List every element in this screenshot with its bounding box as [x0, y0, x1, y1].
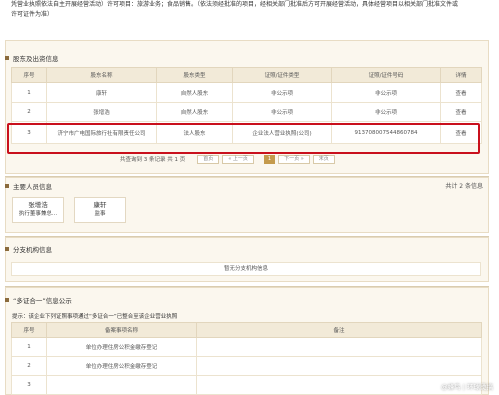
- col-header-note: 备注: [196, 322, 482, 338]
- cell-item-name: 单位办理住房公积金缴存登记: [46, 356, 197, 376]
- multi-cert-section-title: “多证合一”信息公示: [5, 295, 72, 305]
- key-persons-section-title: 主要人员信息: [5, 181, 52, 191]
- pagination: 共查询到 3 条记录 共 1 页 首页 « 上一页 1 下一页 » 末页: [120, 154, 335, 164]
- key-persons-title-text: 主要人员信息: [13, 183, 52, 191]
- cell-id-no: 非公示项: [331, 102, 441, 122]
- table-row: 1 康轩 自然人股东 非公示项 非公示项 查看: [11, 82, 482, 103]
- table-row: 2 单位办理住房公积金缴存登记: [11, 356, 482, 376]
- business-scope-text: 凭营业执照依法自主开展经营活动）许可项目：旅游业务；食品销售。（依法须经批准的项…: [11, 0, 480, 20]
- col-header-id-type: 证照/证件类型: [232, 67, 332, 83]
- current-page-button[interactable]: 1: [263, 154, 276, 164]
- highlight-annotation-box: [7, 123, 480, 154]
- col-header-detail: 详情: [440, 67, 482, 83]
- view-detail-link[interactable]: 查看: [440, 102, 482, 122]
- branches-section-title: 分支机构信息: [5, 244, 52, 254]
- person-card[interactable]: 康轩 监事: [74, 197, 126, 223]
- shareholders-section-title: 股东及出资信息: [5, 53, 59, 63]
- branches-title-text: 分支机构信息: [13, 246, 52, 254]
- cell-item-name: [46, 375, 197, 395]
- cell-type: 自然人股东: [156, 82, 233, 103]
- table-header-row: 序号 备案事项名称 备注: [11, 322, 482, 338]
- business-scope-line-2: 许可证件为准）: [11, 11, 54, 18]
- cell-id-type: 非公示项: [232, 82, 332, 103]
- business-scope-line-1: 凭营业执照依法自主开展经营活动）许可项目：旅游业务；食品销售。（依法须经批准的项…: [11, 1, 459, 8]
- table-row: 1 单位办理住房公积金缴存登记: [11, 337, 482, 357]
- cell-index: 2: [11, 356, 47, 376]
- col-header-type: 股东类型: [156, 67, 233, 83]
- cell-item-name: 单位办理住房公积金缴存登记: [46, 337, 197, 357]
- table-row: 2 张增浩 自然人股东 非公示项 非公示项 查看: [11, 102, 482, 122]
- multi-cert-table: 序号 备案事项名称 备注 1 单位办理住房公积金缴存登记 2 单位办理住房公积金…: [11, 322, 482, 395]
- last-page-button[interactable]: 末页: [312, 154, 335, 164]
- table-row: 3: [11, 375, 482, 395]
- cell-note: [196, 375, 482, 395]
- watermark-text: @蜂鸟 | 环球烫搞: [441, 383, 493, 391]
- multi-cert-hint: 提示：该企业下列证照事项通过“多证合一”已整合至该企业营业执照: [12, 314, 178, 320]
- shareholders-title-text: 股东及出资信息: [13, 55, 59, 63]
- col-header-index: 序号: [11, 67, 47, 83]
- first-page-button[interactable]: 首页: [197, 154, 220, 164]
- prev-page-button[interactable]: « 上一页: [222, 154, 254, 164]
- next-page-button[interactable]: 下一页 »: [278, 154, 310, 164]
- cell-index: 3: [11, 375, 47, 395]
- col-header-name: 股东名称: [46, 67, 157, 83]
- cell-type: 自然人股东: [156, 102, 233, 122]
- cell-note: [196, 337, 482, 357]
- person-name: 张增浩: [28, 201, 48, 209]
- cell-index: 1: [11, 82, 47, 103]
- table-header-row: 序号 股东名称 股东类型 证照/证件类型 证照/证件号码 详情: [11, 67, 482, 83]
- person-role: 监事: [94, 211, 106, 217]
- view-detail-link[interactable]: 查看: [440, 82, 482, 103]
- col-header-item-name: 备案事项名称: [46, 322, 197, 338]
- section-marker-icon: [5, 247, 9, 251]
- cell-index: 1: [11, 337, 47, 357]
- multi-cert-title-text: “多证合一”信息公示: [13, 297, 72, 305]
- section-marker-icon: [5, 184, 9, 188]
- section-marker-icon: [5, 56, 9, 60]
- cell-id-no: 非公示项: [331, 82, 441, 103]
- pagination-info: 共查询到 3 条记录 共 1 页: [120, 157, 186, 163]
- person-card[interactable]: 张增浩 执行董事兼总...: [12, 197, 64, 223]
- person-role: 执行董事兼总...: [18, 211, 58, 217]
- person-name: 康轩: [93, 201, 107, 209]
- key-persons-count: 共计 2 条信息: [445, 183, 483, 190]
- cell-name: 康轩: [46, 82, 157, 103]
- cell-note: [196, 356, 482, 376]
- cell-name: 张增浩: [46, 102, 157, 122]
- section-marker-icon: [5, 298, 9, 302]
- col-header-index: 序号: [11, 322, 47, 338]
- branches-empty-row: 暂无分支机构信息: [11, 262, 481, 276]
- cell-index: 2: [11, 102, 47, 122]
- col-header-id-no: 证照/证件号码: [331, 67, 441, 83]
- cell-id-type: 非公示项: [232, 102, 332, 122]
